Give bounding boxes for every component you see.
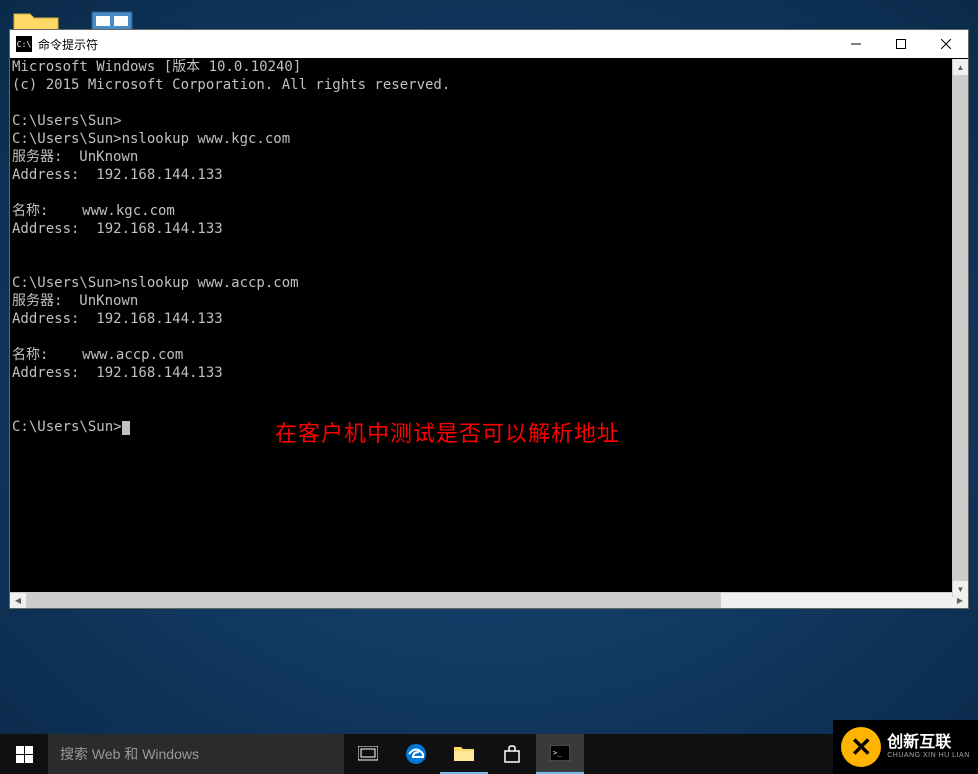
windows-logo-icon <box>16 746 33 763</box>
titlebar[interactable]: C:\ 命令提示符 <box>10 30 968 58</box>
cmd-window: C:\ 命令提示符 Microsoft Windows [版本 10.0.102… <box>9 29 969 609</box>
edge-button[interactable] <box>392 734 440 774</box>
cmd-icon: C:\ <box>16 36 32 52</box>
close-button[interactable] <box>923 30 968 58</box>
maximize-icon <box>896 39 906 49</box>
window-title: 命令提示符 <box>38 36 833 53</box>
taskbar: 搜索 Web 和 Windows >_ <box>0 734 978 774</box>
watermark-logo-icon: ✕ <box>841 727 881 767</box>
cmd-taskbar-button[interactable]: >_ <box>536 734 584 774</box>
svg-text:>_: >_ <box>553 749 562 757</box>
file-explorer-button[interactable] <box>440 734 488 774</box>
task-view-icon <box>358 746 378 762</box>
close-icon <box>941 39 951 49</box>
watermark-en: CHUANG XIN HU LIAN <box>887 752 970 760</box>
scroll-left-icon[interactable]: ◀ <box>10 593 26 608</box>
horizontal-scrollbar[interactable]: ◀ ▶ <box>10 592 968 608</box>
folder-icon <box>453 744 475 762</box>
scroll-up-icon[interactable]: ▲ <box>953 59 968 75</box>
store-button[interactable] <box>488 734 536 774</box>
cmd-taskbar-icon: >_ <box>550 745 570 761</box>
scroll-down-icon[interactable]: ▼ <box>953 581 968 597</box>
watermark-cn: 创新互联 <box>887 734 970 752</box>
search-input[interactable]: 搜索 Web 和 Windows <box>48 734 344 774</box>
maximize-button[interactable] <box>878 30 923 58</box>
h-scroll-thumb[interactable] <box>26 593 721 608</box>
store-icon <box>502 744 522 764</box>
minimize-icon <box>851 39 861 49</box>
start-button[interactable] <box>0 734 48 774</box>
search-placeholder: 搜索 Web 和 Windows <box>60 744 199 764</box>
terminal-output[interactable]: Microsoft Windows [版本 10.0.10240] (c) 20… <box>10 58 968 592</box>
task-view-button[interactable] <box>344 734 392 774</box>
v-scroll-thumb[interactable] <box>953 75 968 581</box>
edge-icon <box>405 743 427 765</box>
vertical-scrollbar[interactable]: ▲ ▼ <box>952 59 968 597</box>
minimize-button[interactable] <box>833 30 878 58</box>
annotation-text: 在客户机中测试是否可以解析地址 <box>275 425 620 443</box>
watermark: ✕ 创新互联 CHUANG XIN HU LIAN <box>833 720 978 774</box>
